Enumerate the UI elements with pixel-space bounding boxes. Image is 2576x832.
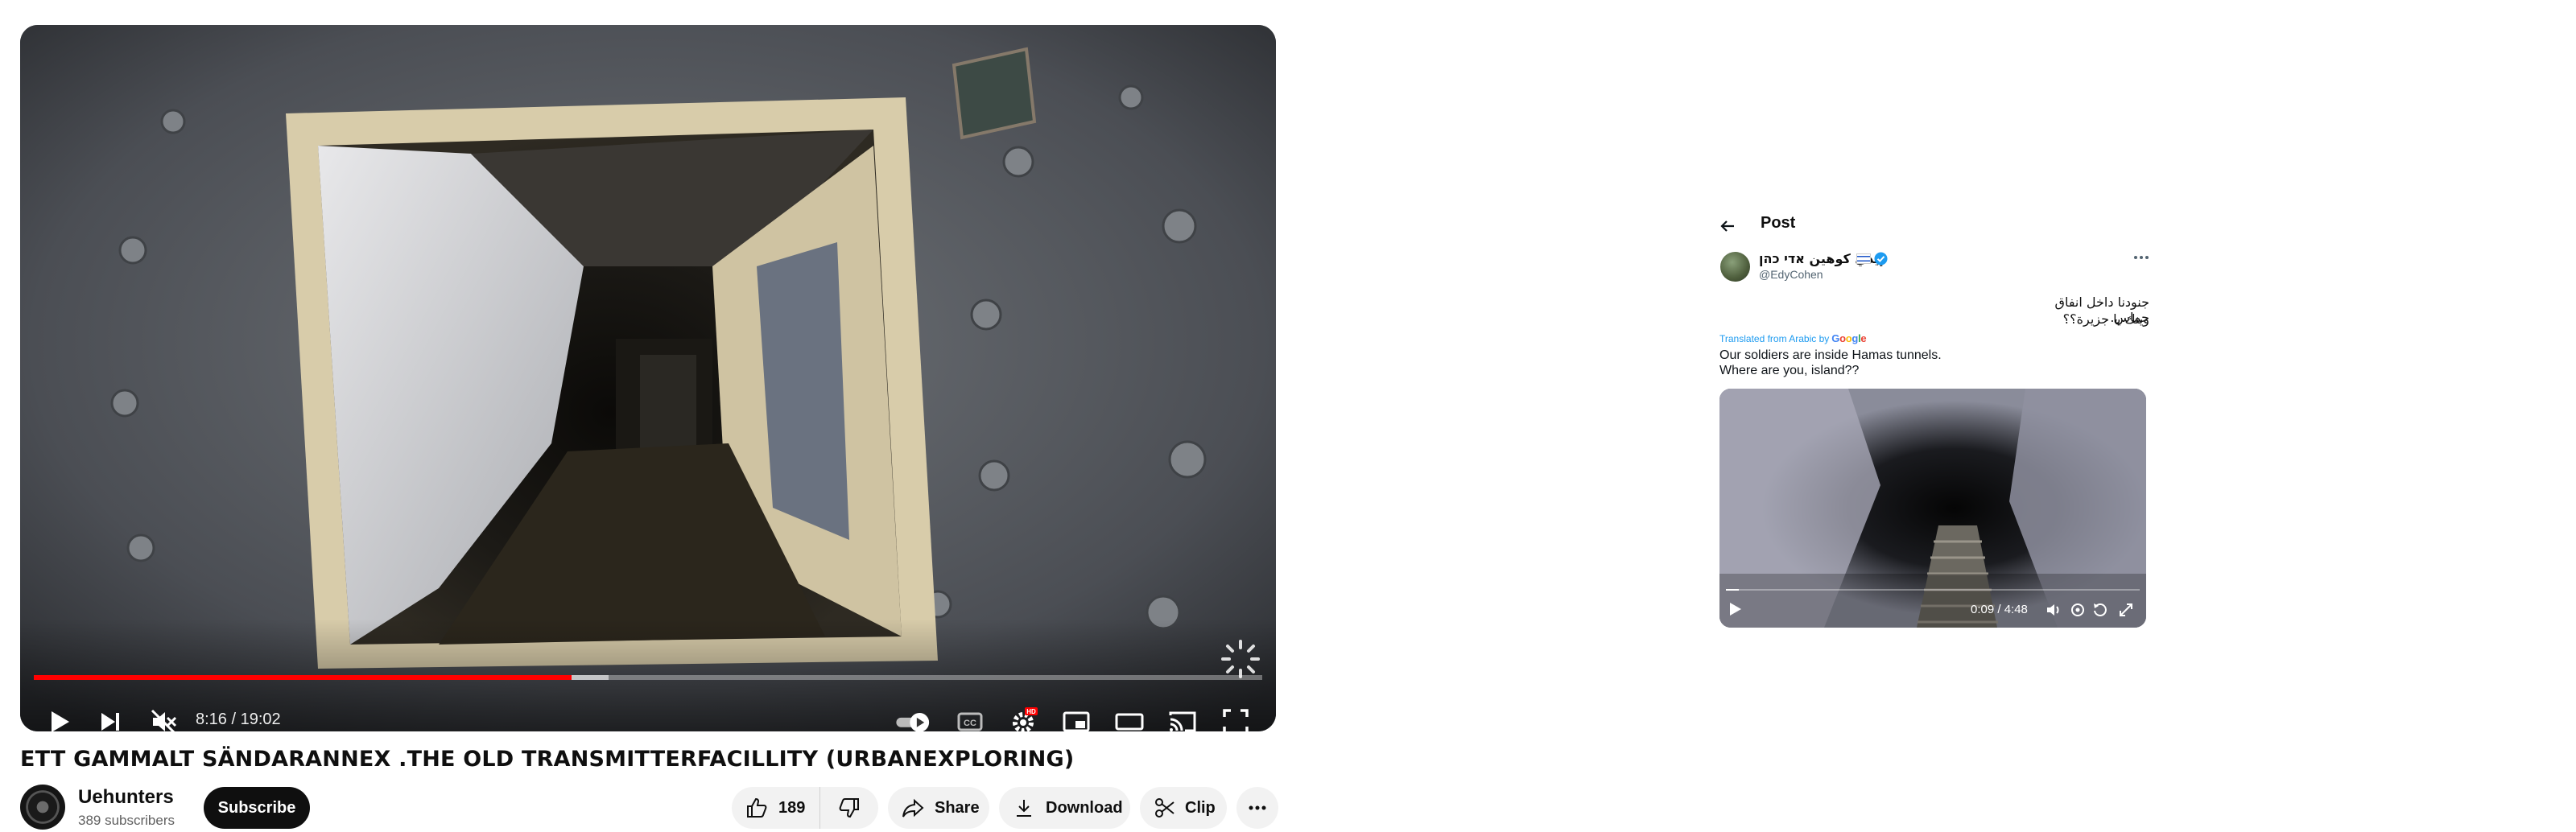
miniplayer-button[interactable] [1054,699,1099,731]
svg-text:CC: CC [964,719,976,728]
post-video-progress-played [1726,589,1739,591]
post-video-time: 0:09 / 4:48 [1971,603,2028,616]
fullscreen-button[interactable] [1213,699,1258,731]
download-icon [1017,800,1031,817]
post-text-translated-line: Where are you, island?? [1719,364,1860,377]
clip-label: Clip [1185,798,1216,817]
post-text-translated-line: Our soldiers are inside Hamas tunnels. [1719,348,1942,362]
more-horizontal-icon [1249,805,1266,810]
post-video-frame [1719,389,2146,628]
fullscreen-icon [1223,709,1249,731]
cast-icon [1169,711,1196,731]
video-title: ETT GAMMALT SÄNDARANNEX .THE OLD TRANSMI… [20,747,1075,772]
video-player[interactable]: 8:16 / 19:02 CC HD [20,25,1276,731]
captions-button[interactable]: CC [947,699,993,731]
subscribe-button[interactable]: Subscribe [204,787,310,829]
translation-note[interactable]: Translated from Arabic by Google [1719,332,1867,344]
share-label: Share [935,798,980,817]
volume-icon[interactable] [2045,601,2062,619]
time-display: 8:16 / 19:02 [196,710,281,728]
back-arrow-icon[interactable] [1717,216,1738,237]
post-video[interactable]: 0:09 / 4:48 [1719,389,2146,628]
rewind-icon[interactable] [2091,601,2109,619]
settings-button[interactable]: HD [1001,699,1046,731]
like-button[interactable]: 189 [732,787,820,829]
miniplayer-icon [1063,711,1090,731]
thumbs-up-icon [747,797,767,818]
progress-bar[interactable] [34,675,1262,680]
next-button[interactable] [88,699,133,731]
autoplay-toggle[interactable] [890,699,943,731]
channel-avatar[interactable] [20,785,65,830]
author-handle[interactable]: @EdyCohen [1759,268,1823,281]
play-icon[interactable] [1726,600,1744,618]
mute-button[interactable] [141,699,186,731]
settings-hd-badge: HD [1026,708,1036,715]
autoplay-toggle-icon [896,712,930,731]
download-button[interactable]: Download [999,787,1130,829]
google-logo: Google [1831,332,1867,344]
download-label: Download [1046,798,1123,817]
share-button[interactable]: Share [888,787,989,829]
like-dislike-group: 189 [732,787,878,829]
page-title: Post [1761,214,1796,232]
dislike-button[interactable] [820,787,878,829]
more-actions-button[interactable] [1236,787,1278,829]
more-horizontal-icon[interactable] [2132,252,2151,263]
settings-icon: HD [1013,707,1038,731]
author-avatar[interactable] [1720,252,1750,282]
fullscreen-icon[interactable] [2117,601,2135,619]
next-icon [101,713,119,731]
play-button[interactable] [36,699,81,731]
post-video-progress[interactable] [1726,589,2140,591]
scissors-icon [1155,798,1174,818]
theater-icon [1115,713,1144,731]
thumbs-down-icon [839,798,859,818]
cast-button[interactable] [1160,699,1205,731]
translation-prefix: Translated from Arabic by [1719,332,1830,344]
progress-played [34,675,572,680]
play-icon [52,711,69,731]
verified-badge-icon [1874,252,1888,266]
israel-flag-icon [1856,253,1871,264]
channel-name[interactable]: Uehunters [78,786,174,809]
clip-button[interactable]: Clip [1140,787,1227,829]
captions-icon: CC [957,712,983,731]
like-count: 189 [778,798,806,817]
settings-icon[interactable] [2069,601,2087,619]
post-text-arabic-line: وينك يا جزيرة؟؟ [2062,311,2149,327]
share-icon [902,798,924,818]
mute-icon [151,709,177,731]
subscriber-count: 389 subscribers [78,813,175,828]
theater-mode-button[interactable] [1107,699,1152,731]
